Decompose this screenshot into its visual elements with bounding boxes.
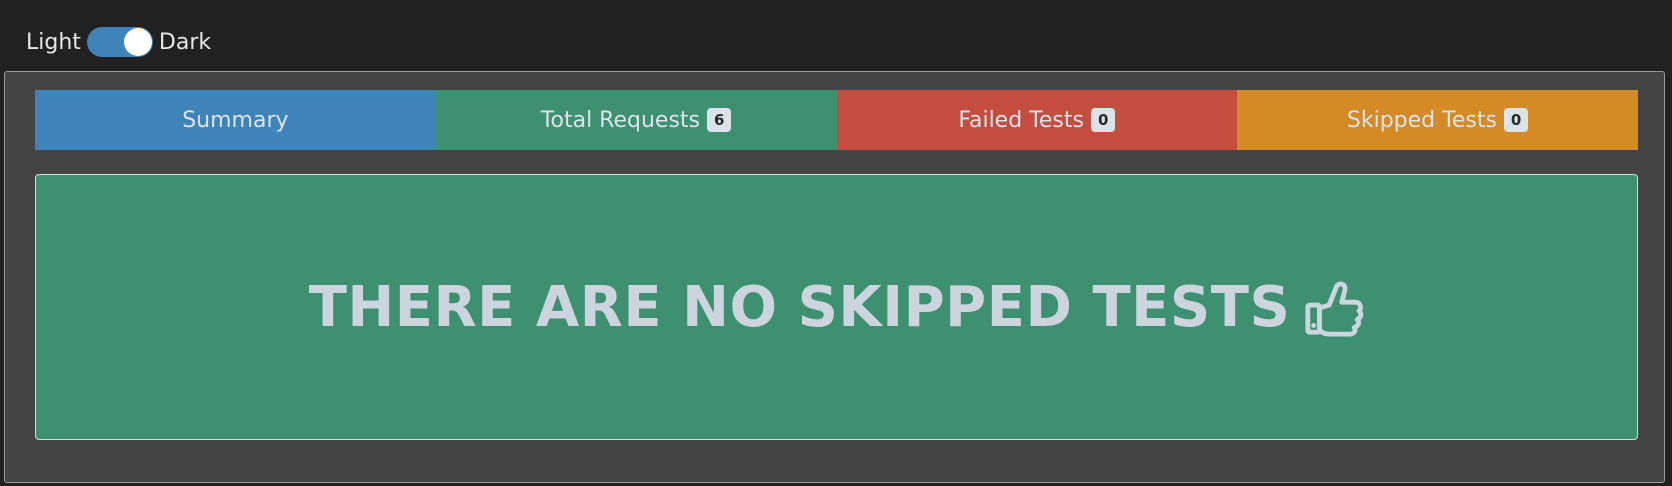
report-panel: Summary Total Requests 6 Failed Tests 0 … <box>4 71 1665 483</box>
tab-skipped-tests-label: Skipped Tests <box>1346 107 1497 133</box>
failed-tests-count-badge: 0 <box>1090 108 1116 132</box>
skipped-tests-message-box: THERE ARE NO SKIPPED TESTS <box>35 174 1638 440</box>
tab-summary[interactable]: Summary <box>35 90 436 150</box>
message-text: THERE ARE NO SKIPPED TESTS <box>308 274 1291 340</box>
total-requests-count-badge: 6 <box>707 108 732 132</box>
tab-total-requests[interactable]: Total Requests 6 <box>435 90 837 150</box>
tab-bar: Summary Total Requests 6 Failed Tests 0 … <box>35 90 1638 150</box>
toggle-knob <box>123 28 152 56</box>
skipped-tests-count-badge: 0 <box>1503 108 1529 132</box>
thumbs-up-icon <box>1305 281 1364 337</box>
no-skipped-tests-message: THERE ARE NO SKIPPED TESTS <box>309 275 1365 340</box>
tab-total-requests-label: Total Requests <box>540 107 700 133</box>
theme-switcher: Light Dark <box>26 22 211 62</box>
dark-label: Dark <box>158 29 212 55</box>
tab-skipped-tests[interactable]: Skipped Tests 0 <box>1237 90 1638 150</box>
tab-failed-tests-label: Failed Tests <box>958 107 1084 133</box>
light-label: Light <box>26 29 81 55</box>
tab-failed-tests[interactable]: Failed Tests 0 <box>836 90 1238 150</box>
tab-summary-label: Summary <box>182 107 289 133</box>
theme-toggle[interactable] <box>86 27 153 57</box>
